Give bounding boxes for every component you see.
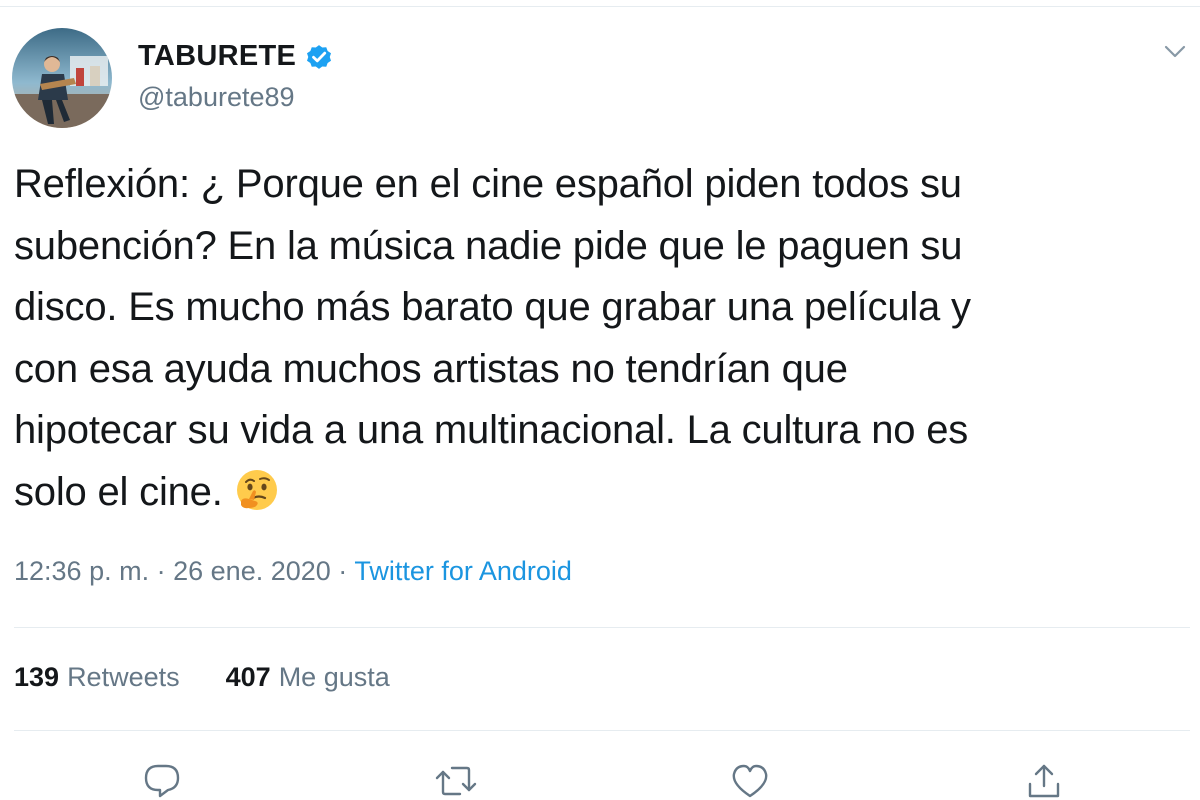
tweet-line-last: solo el cine. [14,462,1184,524]
likes-stat[interactable]: 407 Me gusta [226,662,390,693]
tweet-line: hipotecar su vida a una multinacional. L… [14,408,969,452]
avatar[interactable] [12,28,112,128]
divider [14,730,1190,731]
tweet-line: Reflexión: ¿ Porque en el cine español p… [14,162,962,206]
share-button[interactable] [1022,762,1066,800]
user-handle[interactable]: @taburete89 [138,82,295,113]
tweet-metadata: 12:36 p. m. · 26 ene. 2020 · Twitter for… [14,556,572,587]
retweets-label: Retweets [67,662,180,692]
divider [14,627,1190,628]
top-divider [0,6,1200,7]
tweet-line: subención? En la música nadie pide que l… [14,223,963,268]
like-button[interactable] [728,762,772,800]
reply-button[interactable] [140,762,184,800]
chevron-down-icon[interactable] [1160,40,1190,64]
thinking-face-emoji-icon [236,469,277,510]
retweet-button[interactable] [434,762,478,800]
tweet-source-link[interactable]: Twitter for Android [354,556,572,586]
meta-separator: · [156,556,166,586]
tweet-date[interactable]: 26 ene. 2020 [173,556,331,586]
tweet-line: con esa ayuda muchos artistas no tendría… [14,346,848,391]
heart-icon [732,764,768,798]
retweet-icon [435,766,477,796]
retweets-count: 139 [14,662,60,692]
avatar-image [12,28,112,128]
tweet-time[interactable]: 12:36 p. m. [14,556,149,586]
retweets-stat[interactable]: 139 Retweets [14,662,180,693]
share-icon [1028,764,1060,798]
display-name[interactable]: TABURETE [138,40,296,73]
likes-count: 407 [225,662,271,692]
engagement-stats: 139 Retweets 407 Me gusta [14,662,390,693]
reply-icon [144,764,180,798]
tweet-line: disco. Es mucho más barato que grabar un… [14,285,971,329]
author-name-row[interactable]: TABURETE [138,40,334,73]
tweet-text: Reflexión: ¿ Porque en el cine español p… [14,154,1184,523]
likes-label: Me gusta [278,662,390,692]
tweet-line: solo el cine. [14,469,223,514]
verified-badge-icon [307,44,332,69]
meta-separator: · [338,556,348,586]
